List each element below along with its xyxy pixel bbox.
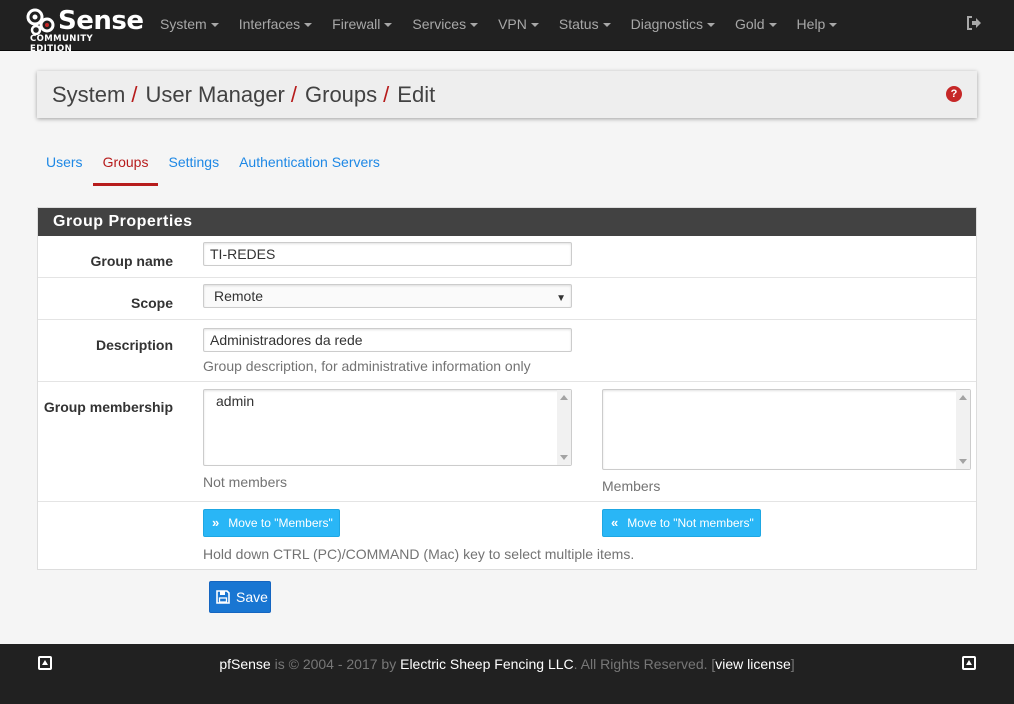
listbox-scrollbar[interactable] bbox=[557, 390, 571, 465]
members-listbox[interactable] bbox=[602, 389, 971, 470]
breadcrumb-user-manager[interactable]: User Manager bbox=[145, 82, 284, 107]
view-license-link[interactable]: view license bbox=[715, 656, 790, 672]
logo-wordmark: Sense bbox=[58, 6, 144, 36]
move-to-members-button[interactable]: » Move to "Members" bbox=[203, 509, 340, 537]
caret-down-icon bbox=[706, 23, 715, 28]
not-members-caption: Not members bbox=[203, 474, 288, 490]
group-membership-row: Group membership admin Not members Membe… bbox=[38, 382, 976, 502]
group-name-input[interactable]: TI-REDES bbox=[203, 242, 572, 266]
caret-down-icon bbox=[829, 23, 838, 28]
save-label: Save bbox=[236, 589, 268, 605]
menu-interfaces[interactable]: Interfaces bbox=[229, 0, 322, 50]
pfsense-link[interactable]: pfSense bbox=[219, 656, 270, 672]
members-caption: Members bbox=[602, 478, 661, 494]
menu-diagnostics[interactable]: Diagnostics bbox=[621, 0, 725, 50]
footer: pfSense is © 2004 - 2017 by Electric She… bbox=[0, 644, 1014, 704]
menu-label: Diagnostics bbox=[630, 16, 703, 32]
caret-down-icon bbox=[470, 23, 479, 28]
help-icon[interactable]: ? bbox=[946, 86, 962, 102]
panel-title: Group Properties bbox=[38, 208, 976, 236]
group-membership-label: Group membership bbox=[43, 399, 173, 415]
caret-down-icon bbox=[602, 23, 611, 28]
list-item[interactable]: admin bbox=[216, 393, 254, 409]
caret-down-icon bbox=[304, 23, 313, 28]
select-arrow-icon: ▼ bbox=[556, 293, 566, 304]
menu-label: Gold bbox=[734, 16, 765, 32]
menu-vpn[interactable]: VPN bbox=[488, 0, 549, 50]
move-to-not-members-label: Move to "Not members" bbox=[627, 516, 754, 530]
description-row: Description Administradores da rede Grou… bbox=[38, 320, 976, 382]
scroll-down-icon bbox=[560, 455, 568, 460]
scope-select[interactable]: Remote ▼ bbox=[203, 284, 572, 308]
menu-label: VPN bbox=[498, 16, 527, 32]
logout-icon[interactable] bbox=[966, 15, 982, 31]
menu-services[interactable]: Services bbox=[402, 0, 488, 50]
save-button[interactable]: Save bbox=[209, 581, 271, 613]
user-manager-tabs: Users Groups Settings Authentication Ser… bbox=[37, 150, 390, 186]
menu-label: Services bbox=[412, 16, 467, 32]
menu-system[interactable]: System bbox=[150, 0, 229, 50]
breadcrumb-system[interactable]: System bbox=[52, 82, 125, 107]
breadcrumb-groups[interactable]: Groups bbox=[305, 82, 377, 107]
footer-rights: . All Rights Reserved. [ bbox=[573, 656, 716, 672]
breadcrumb-separator: / bbox=[290, 82, 297, 107]
pfsense-logo[interactable]: Sense COMMUNITY EDITION bbox=[26, 7, 144, 54]
menu-status[interactable]: Status bbox=[549, 0, 621, 50]
double-chevron-right-icon: » bbox=[212, 515, 220, 530]
group-name-row: Group name TI-REDES bbox=[38, 236, 976, 278]
main-menu: System Interfaces Firewall Services VPN … bbox=[150, 0, 847, 50]
footer-text: pfSense is © 2004 - 2017 by Electric She… bbox=[0, 656, 1014, 672]
move-buttons-row: » Move to "Members" « Move to "Not members… bbox=[38, 502, 976, 570]
company-link[interactable]: Electric Sheep Fencing LLC bbox=[400, 656, 574, 672]
double-chevron-left-icon: « bbox=[611, 515, 619, 530]
save-icon bbox=[216, 590, 230, 604]
description-label: Description bbox=[95, 337, 173, 353]
scope-label: Scope bbox=[130, 295, 173, 311]
top-navbar: Sense COMMUNITY EDITION System Interface… bbox=[0, 0, 1014, 54]
move-to-not-members-button[interactable]: « Move to "Not members" bbox=[602, 509, 761, 537]
listbox-scrollbar[interactable] bbox=[956, 390, 970, 469]
scope-row: Scope Remote ▼ bbox=[38, 278, 976, 320]
caret-down-icon bbox=[384, 23, 393, 28]
caret-down-icon bbox=[210, 23, 219, 28]
menu-gold[interactable]: Gold bbox=[725, 0, 787, 50]
menu-firewall[interactable]: Firewall bbox=[322, 0, 402, 50]
description-help: Group description, for administrative in… bbox=[203, 358, 531, 374]
menu-label: Status bbox=[558, 16, 599, 32]
logo-edition: COMMUNITY EDITION bbox=[30, 34, 94, 54]
move-to-members-label: Move to "Members" bbox=[228, 516, 333, 530]
menu-help[interactable]: Help bbox=[787, 0, 848, 50]
scroll-top-icon-right[interactable] bbox=[962, 656, 976, 670]
breadcrumb-bar: System / User Manager / Groups / Edit ? bbox=[37, 71, 977, 118]
caret-down-icon bbox=[530, 23, 539, 28]
tab-groups[interactable]: Groups bbox=[92, 150, 159, 186]
group-properties-panel: Group Properties Group name TI-REDES Sco… bbox=[37, 207, 977, 570]
tab-users[interactable]: Users bbox=[37, 150, 93, 186]
caret-down-icon bbox=[768, 23, 777, 28]
scroll-up-icon bbox=[959, 395, 967, 400]
gears-logo-icon bbox=[26, 8, 55, 36]
menu-label: Interfaces bbox=[238, 16, 301, 32]
breadcrumb-separator: / bbox=[131, 82, 138, 107]
menu-label: System bbox=[160, 16, 207, 32]
breadcrumb-edit: Edit bbox=[397, 82, 436, 107]
multi-select-help: Hold down CTRL (PC)/COMMAND (Mac) key to… bbox=[203, 546, 635, 562]
scroll-down-icon bbox=[959, 459, 967, 464]
breadcrumb-separator: / bbox=[383, 82, 390, 107]
menu-label: Help bbox=[796, 16, 826, 32]
tab-authentication-servers[interactable]: Authentication Servers bbox=[229, 150, 390, 186]
menu-label: Firewall bbox=[332, 16, 381, 32]
scope-selected-value: Remote bbox=[214, 288, 264, 304]
footer-copyright: is © 2004 - 2017 by bbox=[270, 656, 401, 672]
scroll-up-icon bbox=[560, 395, 568, 400]
group-name-label: Group name bbox=[90, 253, 173, 269]
tab-settings[interactable]: Settings bbox=[158, 150, 229, 186]
breadcrumb: System / User Manager / Groups / Edit bbox=[52, 80, 435, 110]
footer-bracket: ] bbox=[790, 656, 795, 672]
not-members-listbox[interactable]: admin bbox=[203, 389, 572, 466]
description-input[interactable]: Administradores da rede bbox=[203, 328, 572, 352]
